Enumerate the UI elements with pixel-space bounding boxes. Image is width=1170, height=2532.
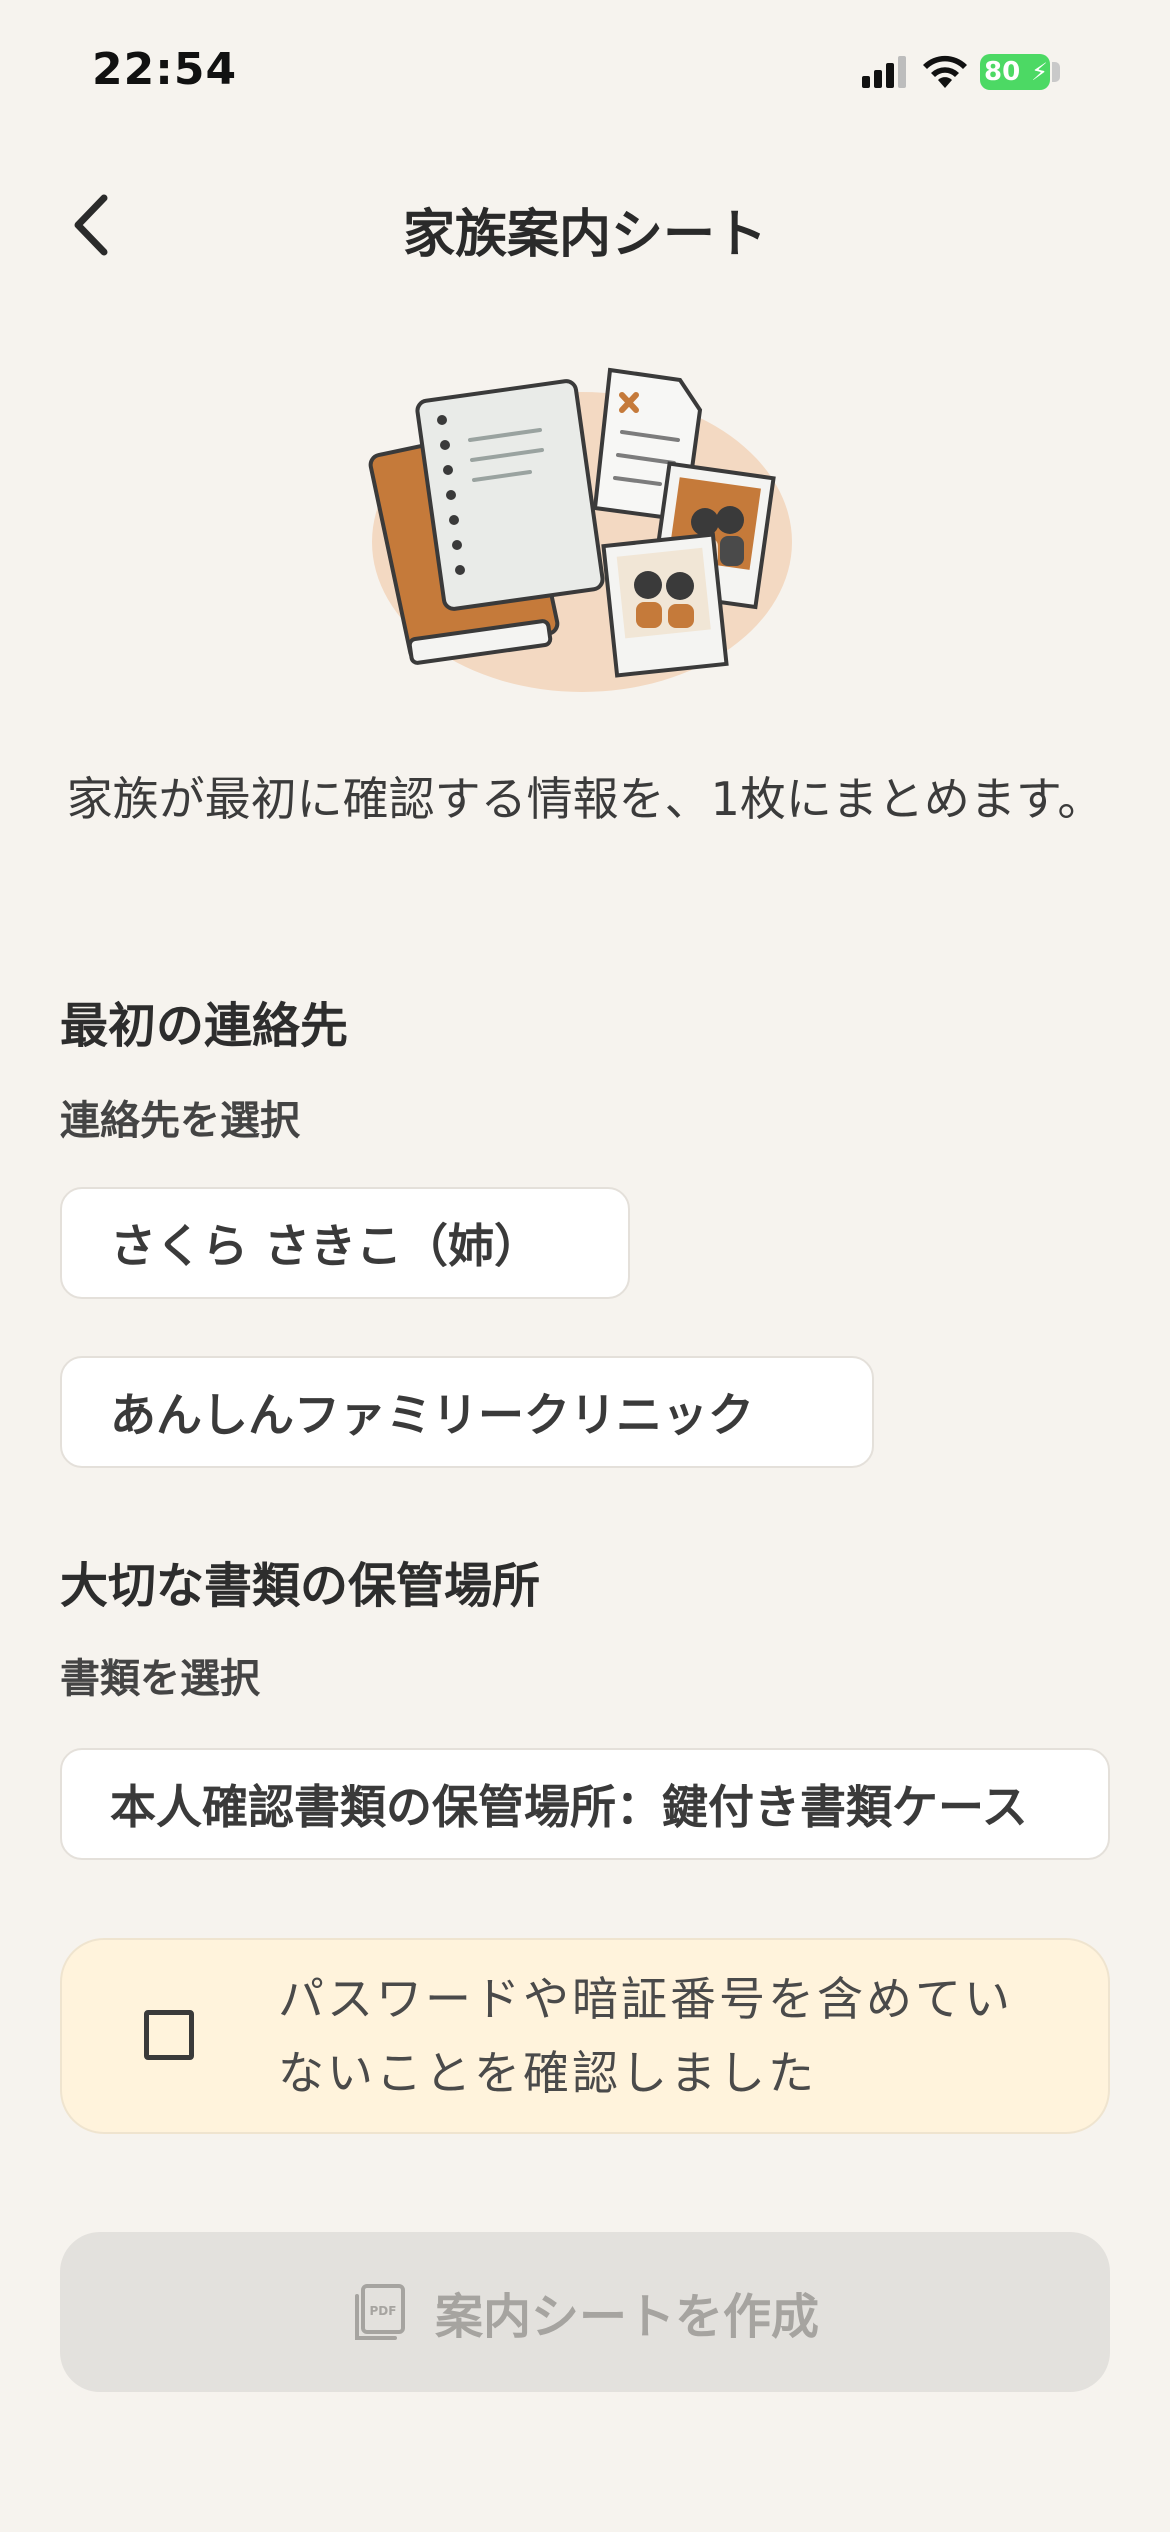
- status-bar: 22:54 80 ⚡: [0, 0, 1170, 150]
- signal-icon: [862, 56, 906, 88]
- confirmation-checkbox[interactable]: [144, 2010, 194, 2060]
- hero-illustration: [360, 360, 810, 710]
- documents-section-subtitle: 書類を選択: [60, 1656, 260, 1702]
- confirmation-label: パスワードや暗証番号を含めていないことを確認しました: [278, 1972, 1013, 2100]
- wifi-icon: [923, 55, 967, 88]
- charging-icon: ⚡: [1031, 58, 1048, 86]
- intro-text: 家族が最初に確認する情報を、1枚にまとめます。: [66, 772, 1104, 826]
- pdf-icon: PDF: [354, 2284, 405, 2340]
- page-title: 家族案内シート: [402, 205, 767, 265]
- contacts-section-title: 最初の連絡先: [60, 998, 349, 1054]
- battery-level: 80: [984, 57, 1021, 87]
- svg-text:PDF: PDF: [370, 2304, 397, 2318]
- document-option-label: 本人確認書類の保管場所：鍵付き書類ケース: [110, 1780, 1028, 1834]
- create-sheet-label: 案内シートを作成: [434, 2289, 819, 2345]
- overflow-fade: [1018, 1750, 1108, 1858]
- battery-tip: [1052, 62, 1060, 82]
- contact-option-sister[interactable]: さくら さきこ（姉）: [60, 1187, 630, 1299]
- document-option-id-storage[interactable]: 本人確認書類の保管場所：鍵付き書類ケース: [60, 1748, 1110, 1860]
- contacts-section-subtitle: 連絡先を選択: [60, 1098, 300, 1144]
- status-time: 22:54: [92, 44, 238, 95]
- documents-section-title: 大切な書類の保管場所: [60, 1558, 541, 1614]
- contact-option-label: さくら さきこ（姉）: [110, 1219, 541, 1273]
- battery-indicator: 80 ⚡: [980, 54, 1060, 90]
- create-sheet-button[interactable]: PDF 案内シートを作成: [60, 2232, 1110, 2392]
- confirmation-box[interactable]: パスワードや暗証番号を含めていないことを確認しました: [60, 1938, 1110, 2134]
- contact-option-label: あんしんファミリークリニック: [110, 1388, 754, 1442]
- contact-option-clinic[interactable]: あんしんファミリークリニック: [60, 1356, 874, 1468]
- documents-photos-illustration: [368, 367, 792, 692]
- navigation-bar: 家族案内シート: [0, 170, 1170, 280]
